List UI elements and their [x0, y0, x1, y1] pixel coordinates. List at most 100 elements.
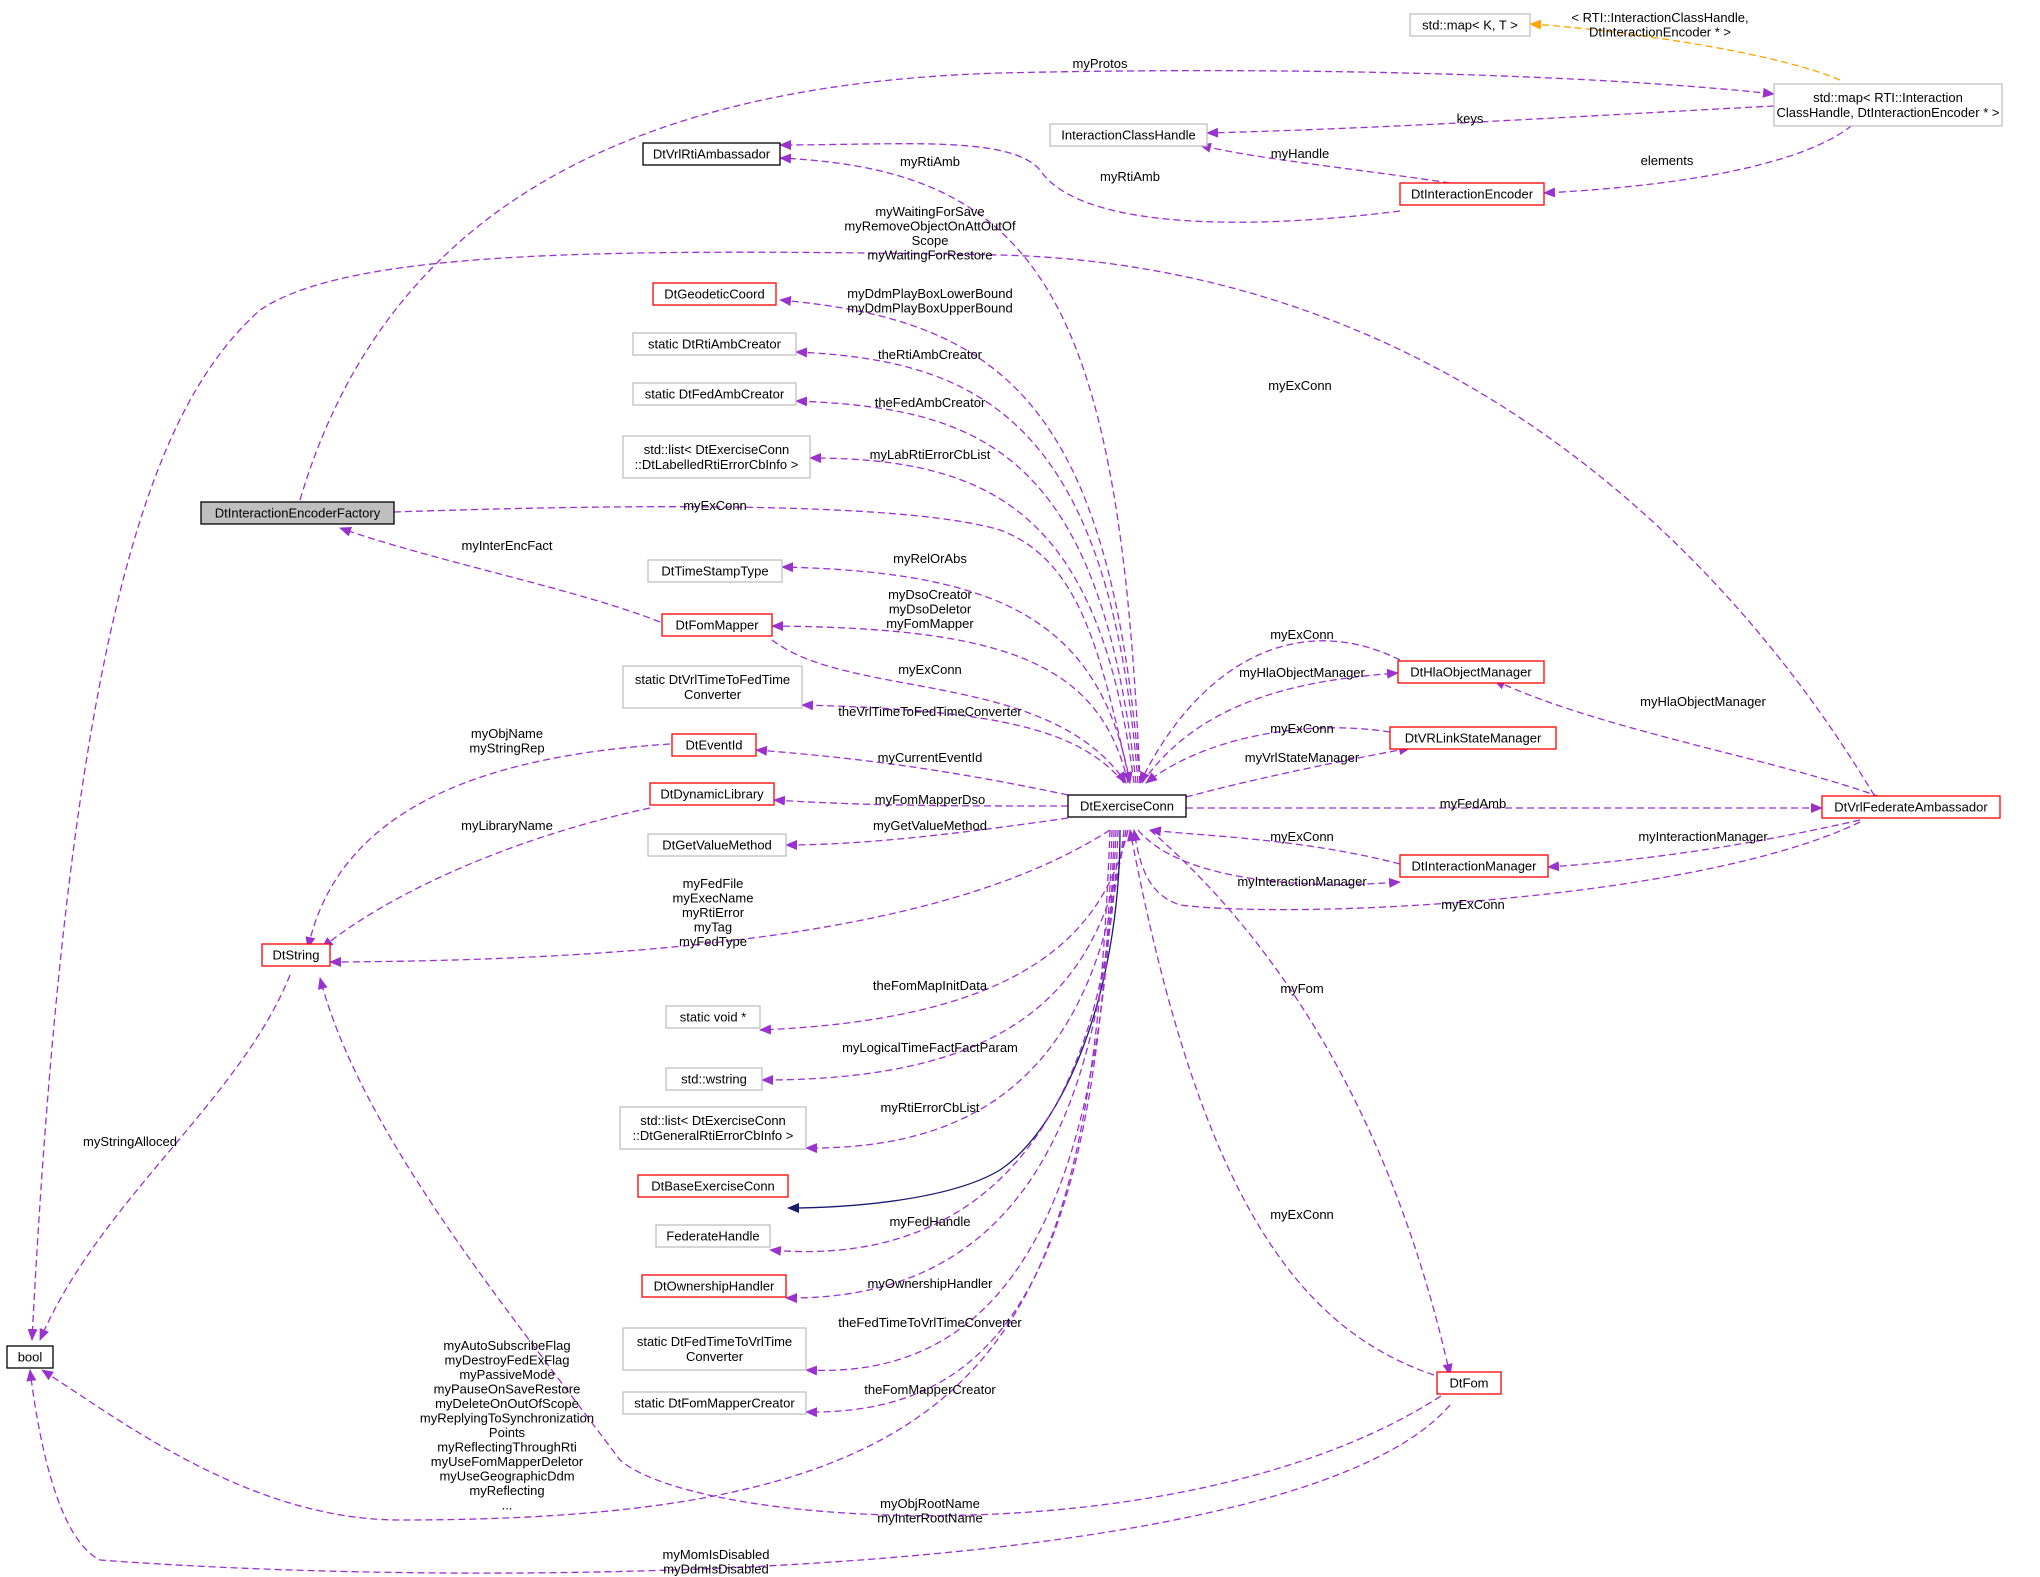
edge-label-line: myReflectingThroughRti — [437, 1440, 577, 1455]
edge-label-dso-stuff: myDsoCreatormyDsoDeletormyFomMapper — [886, 587, 974, 631]
edge-keys — [1206, 105, 1775, 138]
node-fom-mapper[interactable]: DtFomMapper — [661, 613, 773, 637]
edge-label-line: myFedAmb — [1440, 796, 1506, 811]
edge-label-line: myDdmPlayBoxUpperBound — [847, 301, 1012, 316]
edge-label-root-name: myObjRootNamemyInterRootName — [877, 1496, 982, 1526]
edge-label-line: myDestroyFedExFlag — [445, 1353, 570, 1368]
edge-label-line: myDdmIsDisabled — [663, 1562, 768, 1577]
edge-label-line: myReflecting — [469, 1483, 544, 1498]
node-time-stamp[interactable]: DtTimeStampType — [647, 559, 783, 583]
node-label: DtString — [273, 948, 320, 963]
node-label: DtVrlFederateAmbassador — [1834, 800, 1988, 815]
node-stdmap-kt[interactable]: std::map< K, T > — [1409, 13, 1531, 37]
node-ex-conn[interactable]: DtExerciseConn — [1067, 794, 1187, 818]
node-label: DtTimeStampType — [661, 564, 768, 579]
edge-label-my-protos: myProtos — [1073, 56, 1128, 71]
edge-label-line: myFomMapperDso — [875, 792, 986, 807]
node-fed-amb[interactable]: DtVrlFederateAmbassador — [1821, 795, 2001, 819]
edge-label-line: myExConn — [1270, 829, 1334, 844]
node-fed-handle[interactable]: FederateHandle — [655, 1224, 771, 1248]
edge-label-line: myExConn — [898, 662, 962, 677]
node-ief[interactable]: DtInteractionEncoderFactory — [200, 501, 395, 525]
node-vrlink[interactable]: DtVRLinkStateManager — [1389, 726, 1557, 750]
node-label: DtEventId — [685, 738, 742, 753]
edge-label-fa-hla: myHlaObjectManager — [1640, 694, 1766, 709]
collaboration-diagram: std::map< K, T >std::map< RTI::Interacti… — [6, 10, 2003, 1577]
edge-inherit — [787, 829, 1121, 1213]
edge-label-line: myFomMapper — [886, 616, 974, 631]
edge-label-rti-err: myRtiErrorCbList — [881, 1100, 980, 1115]
edge-label-line: myWaitingForSave — [875, 204, 984, 219]
edge-label-line: myFedHandle — [890, 1214, 971, 1229]
edge-label-line: Scope — [912, 233, 949, 248]
edge-label-line: myGetValueMethod — [873, 818, 987, 833]
edge-label-hla-exconn: myExConn — [1270, 627, 1334, 642]
node-list-labelled[interactable]: std::list< DtExerciseConn::DtLabelledRti… — [622, 435, 811, 479]
node-dyn-lib[interactable]: DtDynamicLibrary — [649, 782, 775, 806]
node-fed-to-vrl[interactable]: static DtFedTimeToVrlTimeConverter — [622, 1327, 807, 1371]
edge-label-line: myUseGeographicDdm — [439, 1469, 574, 1484]
edge-label-ief-exconn: myExConn — [683, 498, 747, 513]
edge-label-line: myPassiveMode — [459, 1367, 554, 1382]
edge-label-line: myStringRep — [469, 741, 544, 756]
edge-label-line: myExConn — [1441, 897, 1505, 912]
node-label: static DtFomMapperCreator — [634, 1396, 795, 1411]
node-hla-obj-mgr[interactable]: DtHlaObjectManager — [1397, 660, 1545, 684]
edge-label-waiting: myWaitingForSavemyRemoveObjectOnAttOutOf… — [844, 204, 1016, 263]
edge-label-line: ... — [502, 1498, 513, 1513]
node-label: InteractionClassHandle — [1061, 128, 1195, 143]
edge-label-line: theRtiAmbCreator — [878, 347, 983, 362]
node-label: DtExerciseConn — [1080, 799, 1174, 814]
edge-label-line: myRtiError — [682, 905, 745, 920]
node-event-id[interactable]: DtEventId — [671, 733, 757, 757]
node-base-ex[interactable]: DtBaseExerciseConn — [637, 1174, 789, 1198]
edge-label-fed-amb-lbl: myFedAmb — [1440, 796, 1506, 811]
edge-label-the-fed-amb-creator: theFedAmbCreator — [875, 395, 986, 410]
edge-label-line: keys — [1457, 111, 1484, 126]
node-label: DtHlaObjectManager — [1410, 665, 1532, 680]
node-vrl-rti-amb[interactable]: DtVrlRtiAmbassador — [642, 142, 781, 166]
node-label: std::map< K, T > — [1422, 18, 1518, 33]
node-label: DtDynamicLibrary — [660, 787, 764, 802]
node-bool[interactable]: bool — [6, 1345, 54, 1369]
node-int-encoder[interactable]: DtInteractionEncoder — [1399, 182, 1545, 206]
node-label: DtInteractionManager — [1411, 859, 1537, 874]
edge-label-lib-name: myLibraryName — [461, 818, 553, 833]
edge-label-line: myFedFile — [683, 876, 744, 891]
node-label: std::list< DtExerciseConn — [640, 1113, 786, 1128]
edge-label-line: myExConn — [1270, 627, 1334, 642]
node-rti-amb-creator[interactable]: static DtRtiAmbCreator — [632, 332, 797, 356]
edge-label-keys: keys — [1457, 111, 1484, 126]
edge-label-line: myInterEncFact — [461, 538, 552, 553]
node-ownership[interactable]: DtOwnershipHandler — [641, 1274, 787, 1298]
node-vrl-to-fed[interactable]: static DtVrlTimeToFedTimeConverter — [622, 665, 803, 709]
node-wstring[interactable]: std::wstring — [665, 1067, 763, 1091]
node-label: bool — [18, 1350, 43, 1365]
node-label: DtVrlRtiAmbassador — [653, 147, 771, 162]
node-geo-coord[interactable]: DtGeodeticCoord — [652, 282, 777, 306]
node-ichandle[interactable]: InteractionClassHandle — [1049, 123, 1208, 147]
edge-label-line: theFedTimeToVrlTimeConverter — [838, 1315, 1022, 1330]
edge-label-fed-to-vrl-lbl: theFedTimeToVrlTimeConverter — [838, 1315, 1022, 1330]
edge-label-rel-or-abs: myRelOrAbs — [893, 551, 967, 566]
edge-label-get-value: myGetValueMethod — [873, 818, 987, 833]
node-stdmap-rti[interactable]: std::map< RTI::InteractionClassHandle, D… — [1773, 83, 2003, 127]
node-dt-fom[interactable]: DtFom — [1436, 1371, 1502, 1395]
edge-label-line: myFedType — [679, 934, 747, 949]
edge-label-line: myInteractionManager — [1237, 874, 1367, 889]
node-int-mgr[interactable]: DtInteractionManager — [1399, 854, 1549, 878]
node-list-general[interactable]: std::list< DtExerciseConn::DtGeneralRtiE… — [619, 1106, 807, 1150]
node-fom-mapper-creator[interactable]: static DtFomMapperCreator — [622, 1391, 807, 1415]
edge-label-string-alloc: myStringAlloced — [83, 1134, 177, 1149]
node-label: std::map< RTI::Interaction — [1813, 90, 1963, 105]
edge-label-line: myHlaObjectManager — [1640, 694, 1766, 709]
edge-label-fmc-lbl: theFomMapperCreator — [864, 1382, 996, 1397]
node-label: DtVRLinkStateManager — [1405, 731, 1542, 746]
node-get-value[interactable]: DtGetValueMethod — [647, 833, 787, 857]
edge-label-line: myUseFomMapperDeletor — [431, 1454, 584, 1469]
node-dt-string[interactable]: DtString — [261, 943, 331, 967]
node-fed-amb-creator[interactable]: static DtFedAmbCreator — [632, 382, 797, 406]
node-voidp[interactable]: static void * — [665, 1005, 761, 1029]
edge-label-line: < RTI::InteractionClassHandle, — [1571, 10, 1748, 25]
node-label: static void * — [680, 1010, 746, 1025]
